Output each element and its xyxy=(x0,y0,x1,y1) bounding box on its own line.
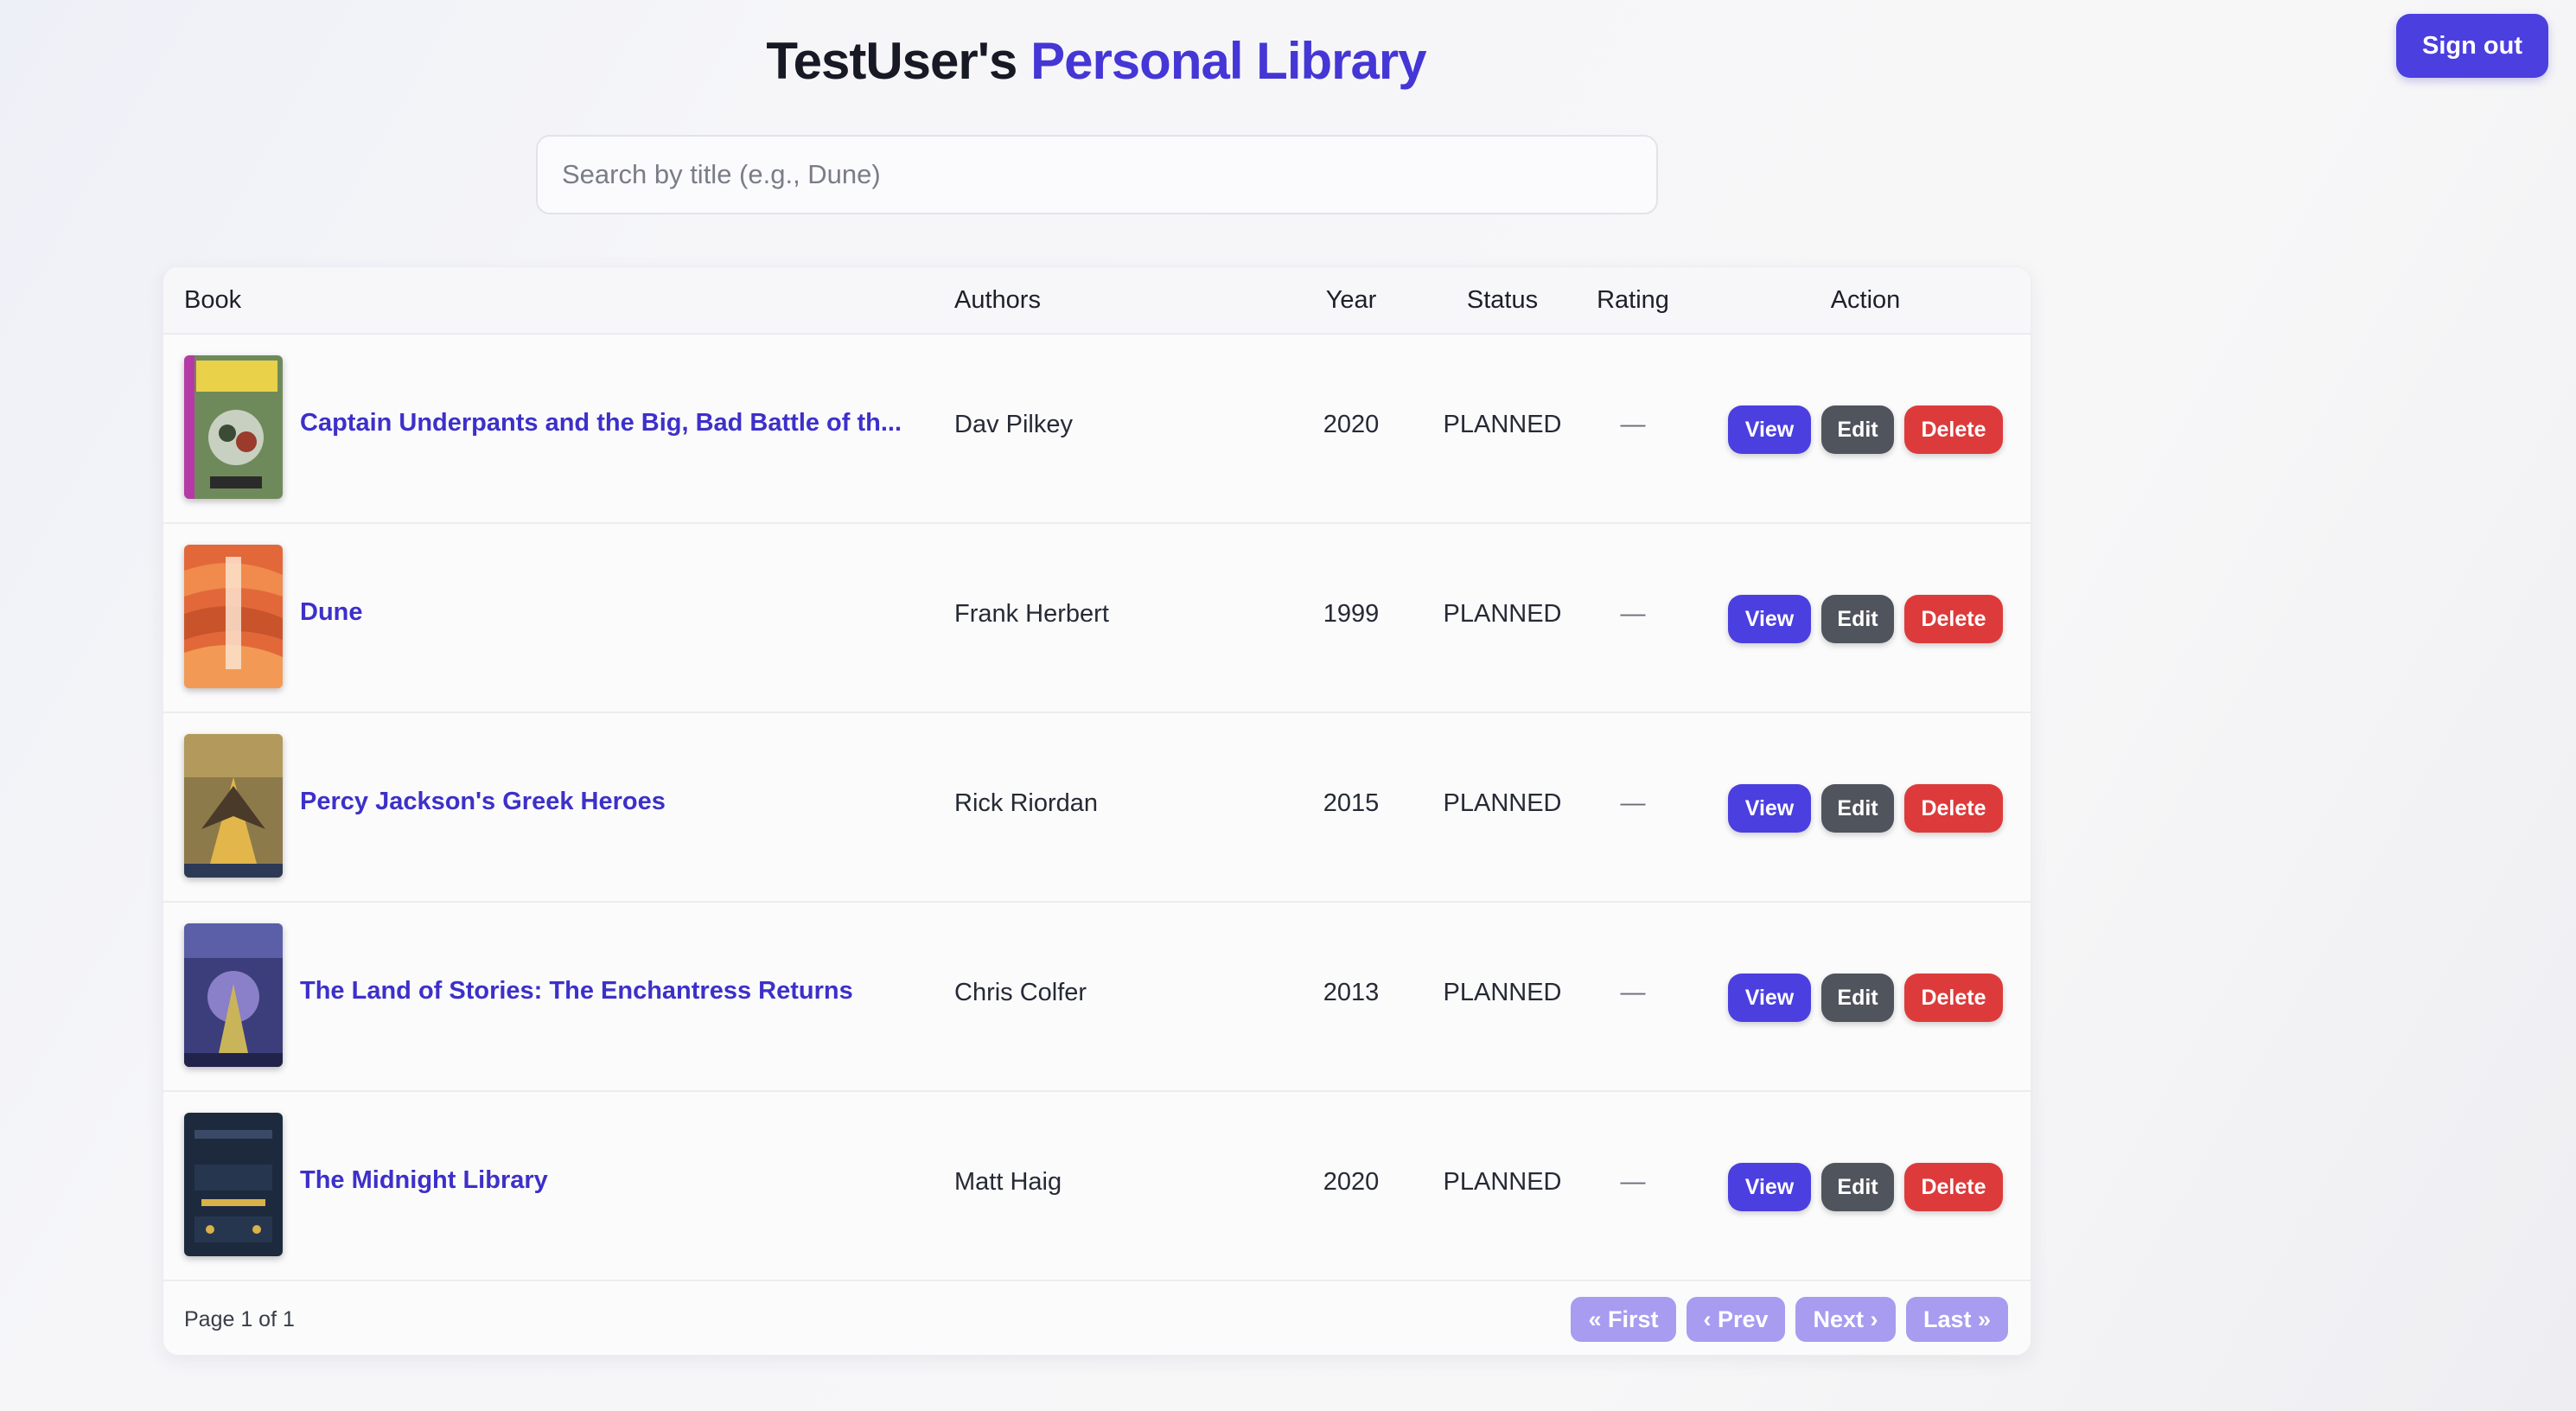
column-header-year: Year xyxy=(1325,286,1377,314)
table-row: The Midnight Library Matt Haig 2020 PLAN… xyxy=(163,1092,2031,1281)
dune-cover-icon[interactable] xyxy=(184,545,283,688)
book-author: Matt Haig xyxy=(954,1168,1062,1196)
delete-button[interactable]: Delete xyxy=(1904,595,2003,643)
edit-button[interactable]: Edit xyxy=(1821,595,1894,643)
first-page-button[interactable]: « First xyxy=(1571,1297,1676,1342)
book-rating: — xyxy=(1620,789,1646,817)
land-of-stories-cover-icon[interactable] xyxy=(184,923,283,1067)
book-year: 2020 xyxy=(1323,411,1380,438)
view-button[interactable]: View xyxy=(1728,1163,1811,1211)
delete-button[interactable]: Delete xyxy=(1904,974,2003,1022)
column-header-rating: Rating xyxy=(1597,286,1669,314)
edit-button[interactable]: Edit xyxy=(1821,974,1894,1022)
delete-button[interactable]: Delete xyxy=(1904,1163,2003,1211)
book-rating: — xyxy=(1620,979,1646,1006)
edit-button[interactable]: Edit xyxy=(1821,784,1894,833)
midnight-library-cover-icon[interactable] xyxy=(184,1113,283,1256)
book-title-link[interactable]: Percy Jackson's Greek Heroes xyxy=(300,788,922,816)
title-accent: Personal Library xyxy=(1030,32,1427,90)
page-info: Page 1 of 1 xyxy=(184,1307,295,1331)
sign-out-button[interactable]: Sign out xyxy=(2396,14,2548,78)
book-author: Dav Pilkey xyxy=(954,411,1073,438)
view-button[interactable]: View xyxy=(1728,784,1811,833)
delete-button[interactable]: Delete xyxy=(1904,405,2003,454)
view-button[interactable]: View xyxy=(1728,595,1811,643)
column-header-status: Status xyxy=(1466,286,1539,314)
column-header-action: Action xyxy=(1830,286,1901,314)
table-header: Book Authors Year Status Rating Action xyxy=(163,267,2031,335)
next-page-button[interactable]: Next › xyxy=(1795,1297,1896,1342)
book-author: Rick Riordan xyxy=(954,789,1098,817)
book-rating: — xyxy=(1620,1168,1646,1196)
book-status: PLANNED xyxy=(1443,411,1562,438)
table-row: Captain Underpants and the Big, Bad Batt… xyxy=(163,335,2031,524)
page-title: TestUser's Personal Library xyxy=(0,31,2192,91)
table-row: Percy Jackson's Greek Heroes Rick Riorda… xyxy=(163,713,2031,903)
delete-button[interactable]: Delete xyxy=(1904,784,2003,833)
percy-jackson-cover-icon[interactable] xyxy=(184,734,283,878)
last-page-button[interactable]: Last » xyxy=(1906,1297,2008,1342)
book-title-link[interactable]: The Land of Stories: The Enchantress Ret… xyxy=(300,977,922,1006)
prev-page-button[interactable]: ‹ Prev xyxy=(1687,1297,1785,1342)
captain-underpants-cover-icon[interactable] xyxy=(184,355,283,499)
column-header-book: Book xyxy=(184,286,242,314)
book-year: 1999 xyxy=(1323,600,1380,628)
search-box xyxy=(536,135,1658,214)
book-title-link[interactable]: The Midnight Library xyxy=(300,1166,922,1195)
view-button[interactable]: View xyxy=(1728,405,1811,454)
table-footer: Page 1 of 1 « First ‹ Prev Next › Last » xyxy=(163,1281,2031,1355)
book-status: PLANNED xyxy=(1443,979,1562,1006)
table-row: Dune Frank Herbert 1999 PLANNED — View E… xyxy=(163,524,2031,713)
library-table: Book Authors Year Status Rating Action C… xyxy=(163,266,2031,1356)
table-row: The Land of Stories: The Enchantress Ret… xyxy=(163,903,2031,1092)
book-status: PLANNED xyxy=(1443,789,1562,817)
book-status: PLANNED xyxy=(1443,600,1562,628)
title-owner: TestUser's xyxy=(766,32,1017,90)
column-header-authors: Authors xyxy=(954,286,1041,314)
book-rating: — xyxy=(1620,600,1646,628)
edit-button[interactable]: Edit xyxy=(1821,405,1894,454)
book-year: 2020 xyxy=(1323,1168,1380,1196)
book-year: 2013 xyxy=(1323,979,1380,1006)
book-title-link[interactable]: Dune xyxy=(300,598,922,627)
edit-button[interactable]: Edit xyxy=(1821,1163,1894,1211)
view-button[interactable]: View xyxy=(1728,974,1811,1022)
book-year: 2015 xyxy=(1323,789,1380,817)
book-author: Chris Colfer xyxy=(954,979,1087,1006)
search-input[interactable] xyxy=(538,137,1656,213)
book-rating: — xyxy=(1620,411,1646,438)
book-status: PLANNED xyxy=(1443,1168,1562,1196)
book-title-link[interactable]: Captain Underpants and the Big, Bad Batt… xyxy=(300,409,922,437)
book-author: Frank Herbert xyxy=(954,600,1109,628)
